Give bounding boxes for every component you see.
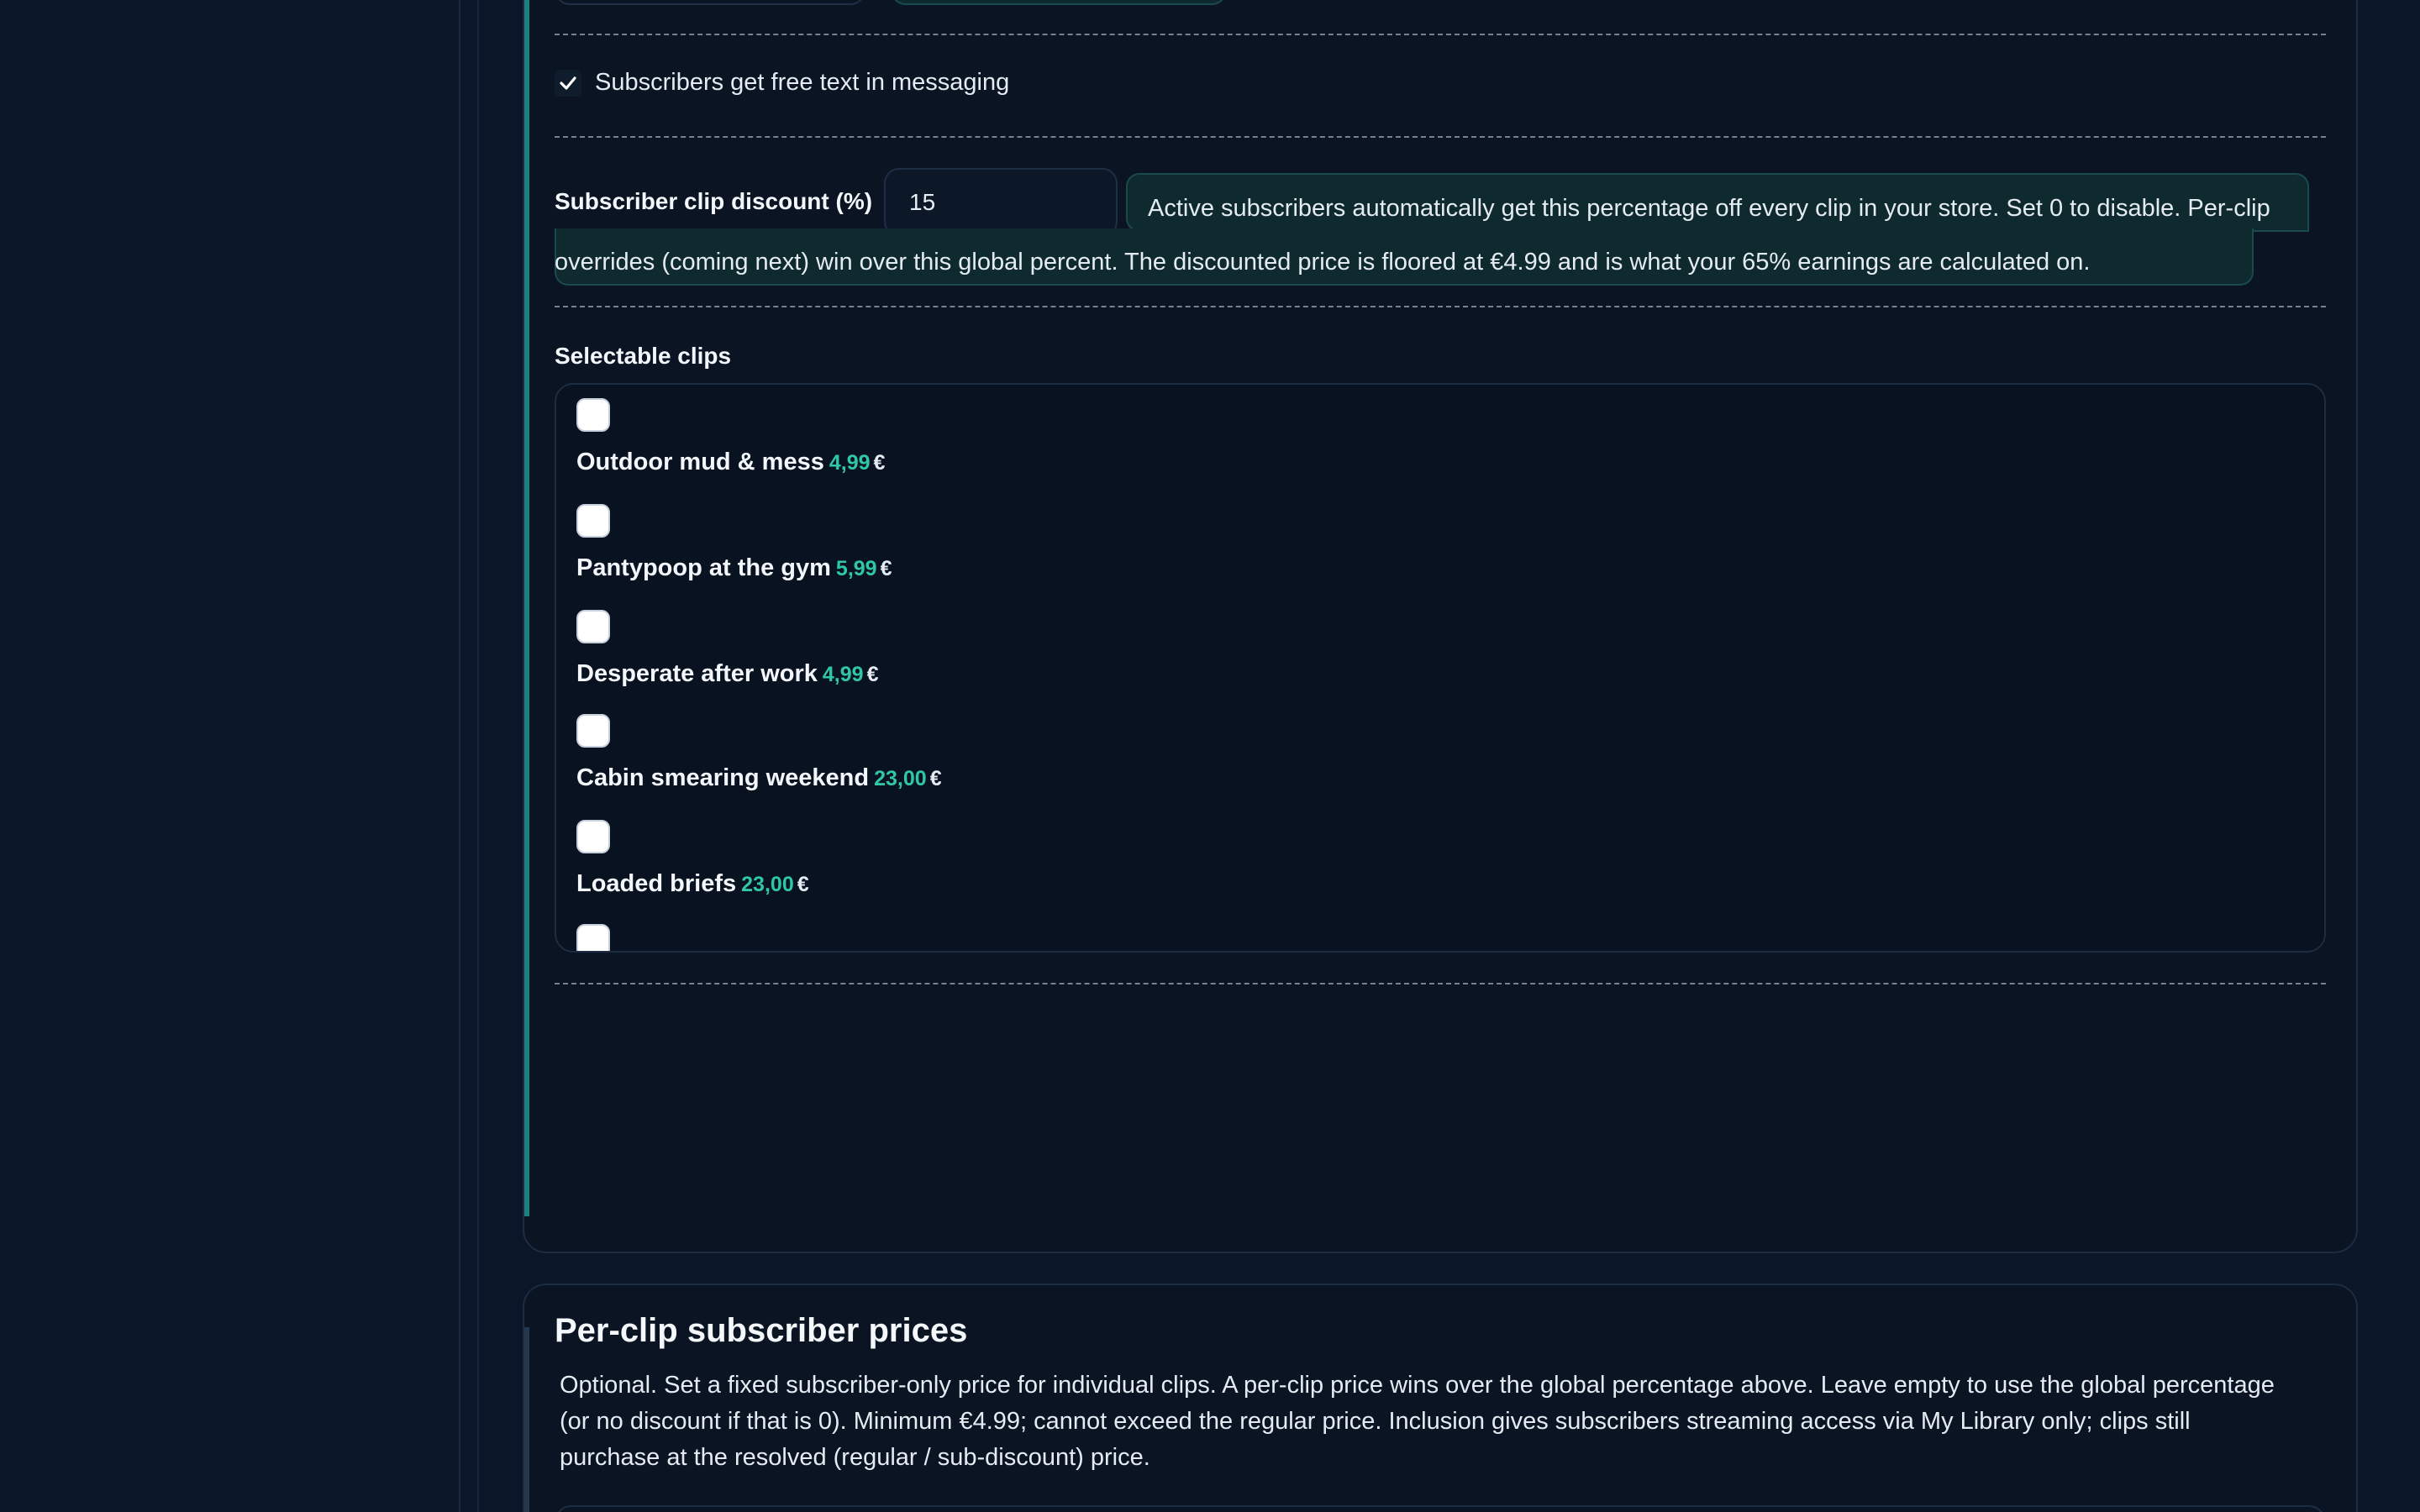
- clip-currency: €: [929, 767, 942, 790]
- partial-action-button[interactable]: [891, 0, 1227, 5]
- clip-currency: €: [880, 557, 892, 580]
- clip-title: Desperate after work 4,99 €: [576, 660, 879, 687]
- clip-checkbox[interactable]: [576, 820, 610, 853]
- list-item: Loaded briefs 23,00 €: [576, 820, 809, 897]
- clip-checkbox[interactable]: [576, 504, 610, 538]
- list-item: Desperate after work 4,99 €: [576, 610, 878, 687]
- checkmark-icon[interactable]: [555, 69, 581, 97]
- clip-currency: €: [873, 451, 886, 475]
- clip-list[interactable]: Outdoor mud & mess 4,99 € Pantypoop at the…: [555, 383, 2326, 953]
- clip-price: 4,99: [822, 663, 864, 686]
- content-rail: [477, 0, 479, 1512]
- clip-checkbox[interactable]: [576, 924, 610, 951]
- divider: [555, 983, 2326, 984]
- clip-checkbox[interactable]: [576, 610, 610, 643]
- clip-price: 4,99: [829, 451, 871, 475]
- clip-price: 23,00: [741, 873, 794, 896]
- per-clip-table: [555, 1505, 2326, 1512]
- clip-title: Loaded briefs 23,00 €: [576, 870, 809, 897]
- list-item: Cabin smearing weekend 23,00 €: [576, 714, 942, 791]
- per-clip-description: Optional. Set a fixed subscriber-only pr…: [560, 1372, 2275, 1471]
- clip-price: 5,99: [835, 557, 877, 580]
- clip-currency: €: [866, 663, 879, 686]
- clip-price: 23,00: [874, 767, 927, 790]
- clip-checkbox[interactable]: [576, 398, 610, 432]
- partial-input-field[interactable]: [555, 0, 865, 5]
- free-text-checkbox-row[interactable]: Subscribers get free text in messaging: [555, 69, 1009, 97]
- clip-currency: €: [797, 873, 809, 896]
- divider: [555, 136, 2326, 138]
- clip-title: Outdoor mud & mess 4,99 €: [576, 449, 886, 475]
- card-accent-bar: [524, 1327, 529, 1512]
- divider: [555, 34, 2326, 35]
- free-text-label: Subscribers get free text in messaging: [595, 69, 1010, 96]
- clip-checkbox[interactable]: [576, 714, 610, 748]
- selectable-clips-label: Selectable clips: [555, 343, 732, 369]
- list-item: [576, 924, 610, 951]
- card-accent-bar: [524, 0, 529, 1216]
- clip-title: Cabin smearing weekend 23,00 €: [576, 764, 942, 791]
- list-item: Pantypoop at the gym 5,99 €: [576, 504, 892, 581]
- clip-title: Pantypoop at the gym 5,99 €: [576, 554, 892, 581]
- sidebar: [0, 0, 460, 1512]
- divider: [555, 306, 2326, 307]
- list-item: Outdoor mud & mess 4,99 €: [576, 398, 885, 475]
- per-clip-title: Per-clip subscriber prices: [555, 1312, 968, 1349]
- discount-help-text: Active subscribers automatically get thi…: [555, 195, 2270, 276]
- page: Subscribers get free text in messaging S…: [0, 0, 2420, 1512]
